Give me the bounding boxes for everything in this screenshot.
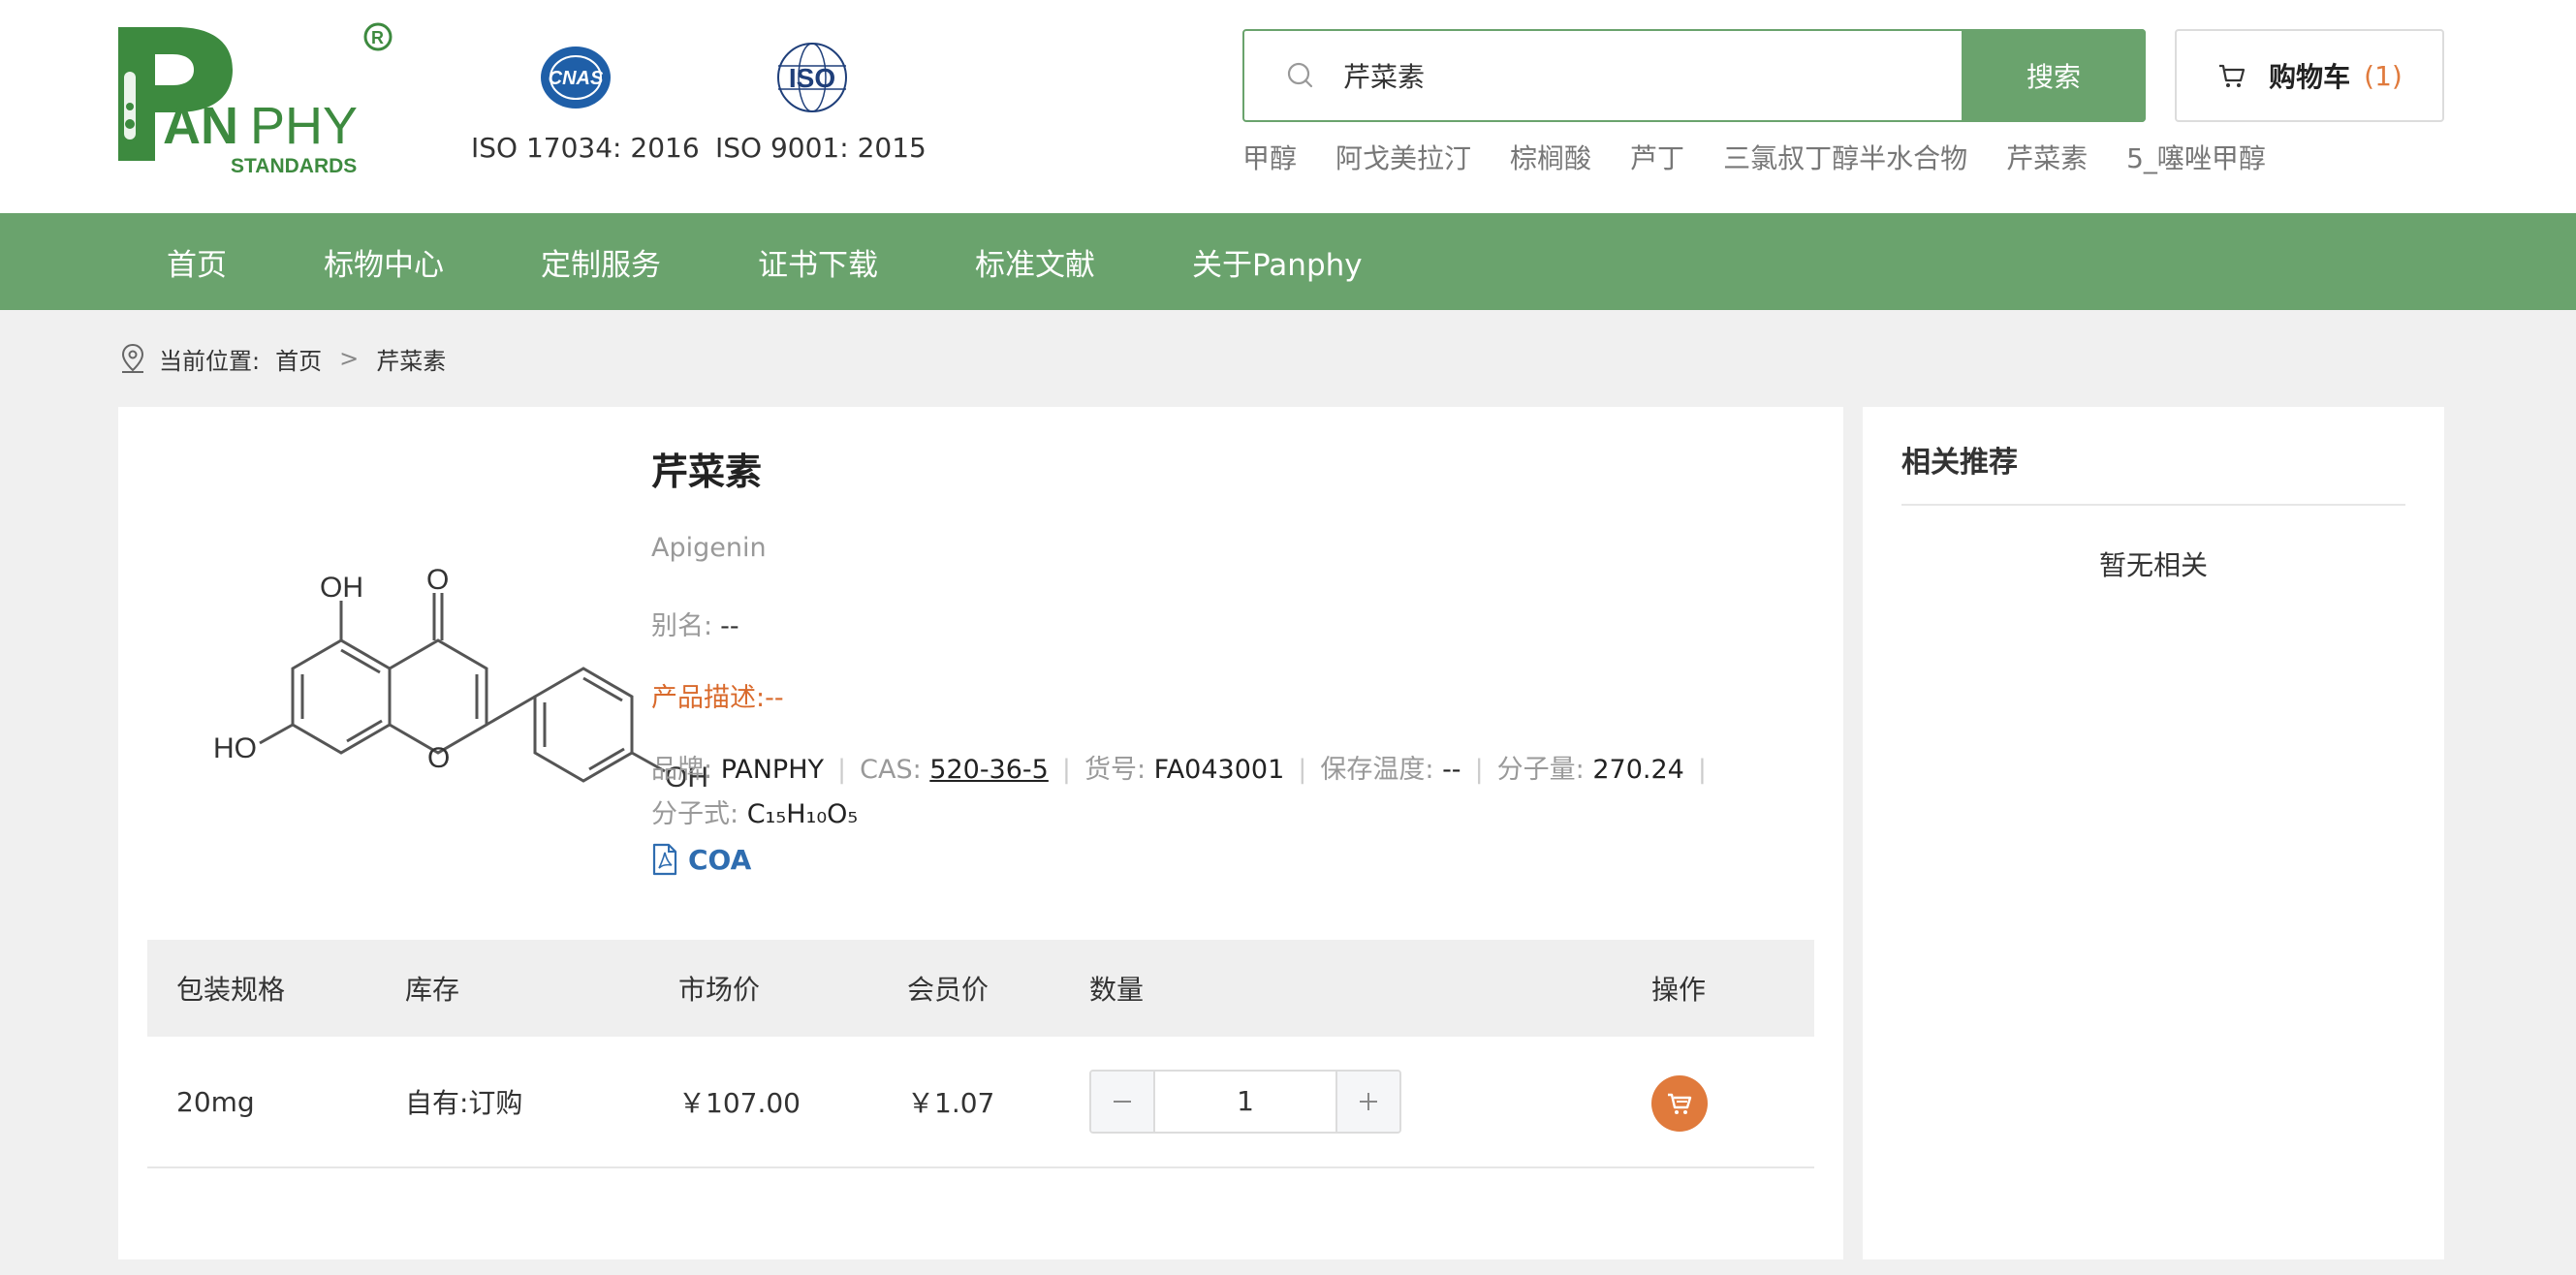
cart-button[interactable]: 购物车 (1) xyxy=(2175,29,2444,122)
cert-label: ISO 9001: 2015 xyxy=(715,132,927,164)
column-header: 包装规格 xyxy=(176,974,286,1006)
column-header: 操作 xyxy=(1651,974,1707,1006)
cas-link[interactable]: 520-36-5 xyxy=(929,755,1049,785)
coa-link[interactable]: COA xyxy=(651,843,751,876)
desc-label: 产品描述: xyxy=(651,683,766,713)
chemical-structure-image: OH O HO O OH xyxy=(213,564,708,793)
breadcrumb-home[interactable]: 首页 xyxy=(275,342,322,376)
sku-label: 货号: xyxy=(1084,755,1147,785)
alias-value: -- xyxy=(720,611,739,641)
related-panel: 相关推荐 暂无相关 xyxy=(1863,407,2444,1259)
hot-keywords: 甲醇 阿戈美拉汀 棕榈酸 芦丁 三氯叔丁醇半水合物 芹菜素 5_噻唑甲醇 xyxy=(1242,138,2266,176)
cart-icon xyxy=(2219,64,2246,87)
location-icon xyxy=(121,343,144,373)
nav-item-certificate-download[interactable]: 证书下载 xyxy=(758,240,878,284)
table-row: 20mg 自有:订购 ￥107.00 ￥1.07 1 xyxy=(147,1037,1814,1168)
stock-status: 自有:订购 xyxy=(405,1087,523,1119)
product-card: OH O HO O OH 芹菜素 Apigenin 别名: -- 产品描述:-- … xyxy=(118,407,1843,1259)
formula-label: 分子式: xyxy=(651,799,739,829)
search-input[interactable] xyxy=(1343,47,1905,105)
svg-text:PHY: PHY xyxy=(250,97,358,155)
storage-value: -- xyxy=(1442,755,1461,785)
product-description: 产品描述:-- xyxy=(651,676,784,714)
package-spec: 20mg xyxy=(176,1085,255,1118)
minus-icon xyxy=(1114,1101,1131,1103)
cart-icon xyxy=(1668,1093,1692,1114)
mw-value: 270.24 xyxy=(1592,755,1684,785)
column-header: 库存 xyxy=(405,974,460,1006)
search-button[interactable]: 搜索 xyxy=(1962,29,2146,122)
price-table: 包装规格 库存 市场价 会员价 数量 操作 20mg 自有:订购 ￥107.00… xyxy=(147,940,1814,1168)
nav-item-home[interactable]: 首页 xyxy=(167,240,227,284)
column-header: 数量 xyxy=(1089,974,1145,1006)
hot-keyword[interactable]: 芦丁 xyxy=(1630,138,1684,176)
panphy-logo[interactable]: AN PHY STANDARDS R xyxy=(116,19,407,176)
product-english-name: Apigenin xyxy=(651,533,767,563)
pdf-icon xyxy=(652,843,677,876)
market-price: ￥107.00 xyxy=(678,1087,801,1119)
desc-value: -- xyxy=(765,683,784,713)
brand-value: PANPHY xyxy=(720,755,825,785)
svg-text:R: R xyxy=(371,28,384,47)
alias-label: 别名: xyxy=(651,611,713,641)
coa-label: COA xyxy=(688,843,752,876)
plus-icon xyxy=(1360,1093,1377,1110)
product-specs: 品牌: PANPHY | CAS: 520-36-5 | 货号: FA043001 | 保存… xyxy=(651,755,1707,829)
iso-icon: ISO xyxy=(777,43,847,112)
related-title: 相关推荐 xyxy=(1901,446,2018,480)
logo-subtitle: STANDARDS xyxy=(231,155,357,176)
structure-label: O xyxy=(426,564,449,596)
column-header: 会员价 xyxy=(907,974,990,1006)
breadcrumb-separator: > xyxy=(339,345,360,372)
cert-iso: ISO ISO 9001: 2015 xyxy=(715,39,927,164)
hot-keyword[interactable]: 芹菜素 xyxy=(2006,138,2088,176)
hot-keyword[interactable]: 5_噻唑甲醇 xyxy=(2126,138,2266,176)
divider xyxy=(1901,504,2405,506)
storage-label: 保存温度: xyxy=(1320,755,1434,785)
column-header: 市场价 xyxy=(678,974,761,1006)
header: AN PHY STANDARDS R CNAS ISO 17034: 2016 … xyxy=(0,0,2576,213)
add-to-cart-button[interactable] xyxy=(1651,1075,1708,1132)
formula-value: C₁₅H₁₀O₅ xyxy=(746,799,859,829)
nav-item-about[interactable]: 关于Panphy xyxy=(1192,240,1363,284)
cnas-icon: CNAS xyxy=(541,47,611,109)
member-price: ￥1.07 xyxy=(907,1087,995,1119)
nav-item-custom-service[interactable]: 定制服务 xyxy=(541,240,661,284)
product-name: 芹菜素 xyxy=(651,451,763,493)
search-icon xyxy=(1287,62,1313,88)
quantity-stepper: 1 xyxy=(1089,1070,1401,1134)
structure-label: O xyxy=(427,742,450,774)
increment-button[interactable] xyxy=(1335,1072,1399,1132)
breadcrumb-current: 芹菜素 xyxy=(376,347,447,375)
structure-label: OH xyxy=(320,572,363,604)
hot-keyword[interactable]: 阿戈美拉汀 xyxy=(1335,138,1471,176)
quantity-input[interactable]: 1 xyxy=(1155,1072,1335,1132)
svg-text:ISO: ISO xyxy=(789,63,835,93)
hot-keyword[interactable]: 甲醇 xyxy=(1242,138,1297,176)
hot-keyword[interactable]: 三氯叔丁醇半水合物 xyxy=(1723,138,1967,176)
main-nav: 首页 标物中心 定制服务 证书下载 标准文献 关于Panphy xyxy=(0,213,2576,310)
hot-keyword[interactable]: 棕榈酸 xyxy=(1510,138,1591,176)
mw-label: 分子量: xyxy=(1496,755,1585,785)
structure-label: HO xyxy=(213,732,257,764)
nav-item-standards-center[interactable]: 标物中心 xyxy=(324,240,444,284)
breadcrumb-prefix: 当前位置: xyxy=(159,347,261,375)
nav-item-standard-literature[interactable]: 标准文献 xyxy=(975,240,1095,284)
cert-label: ISO 17034: 2016 xyxy=(471,132,700,164)
brand-label: 品牌: xyxy=(651,755,713,785)
cart-label: 购物车 xyxy=(2269,61,2351,93)
table-header: 包装规格 库存 市场价 会员价 数量 操作 xyxy=(147,940,1814,1037)
svg-text:CNAS: CNAS xyxy=(549,68,604,89)
search-box: 搜索 xyxy=(1242,29,2146,122)
cert-cnas: CNAS ISO 17034: 2016 xyxy=(471,39,700,164)
logo-text-an: AN xyxy=(163,97,238,155)
related-empty-text: 暂无相关 xyxy=(2098,549,2208,581)
decrement-button[interactable] xyxy=(1091,1072,1155,1132)
cart-count: (1) xyxy=(2364,59,2403,92)
cas-label: CAS: xyxy=(860,755,922,785)
sku-value: FA043001 xyxy=(1153,755,1285,785)
product-alias: 别名: -- xyxy=(651,605,739,642)
breadcrumb: 当前位置: 首页 > 芹菜素 xyxy=(118,341,446,376)
